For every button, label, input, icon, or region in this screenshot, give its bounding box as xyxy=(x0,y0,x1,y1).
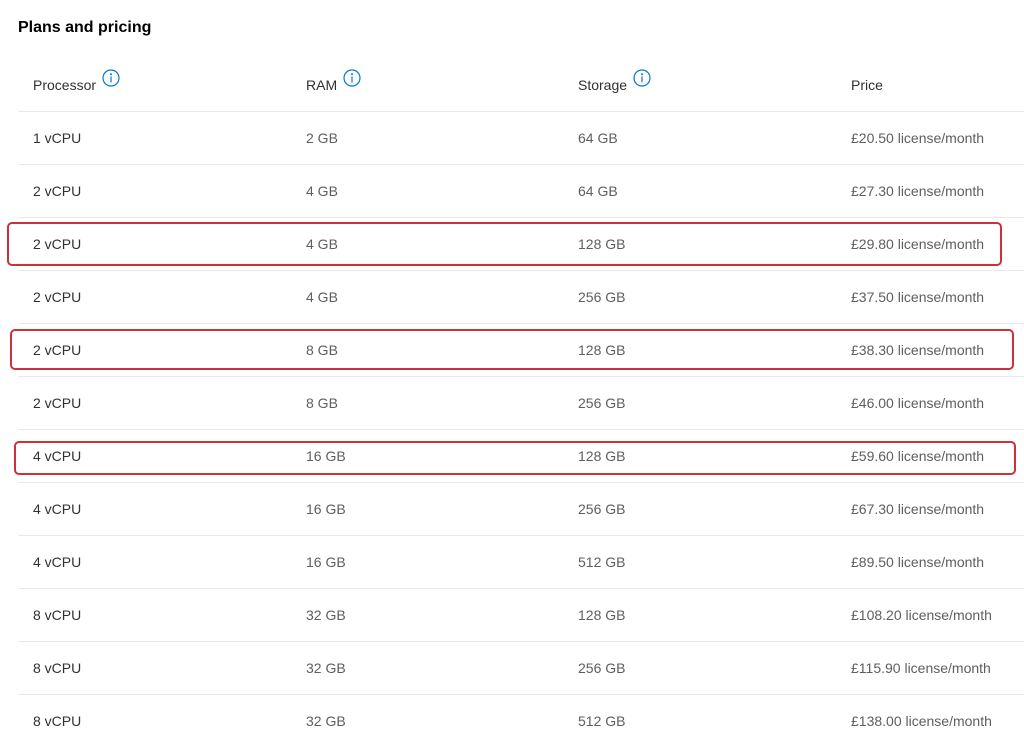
page-title: Plans and pricing xyxy=(18,19,152,36)
cell-ram: 4 GB xyxy=(306,183,338,199)
info-icon[interactable] xyxy=(633,68,651,87)
table-row[interactable]: 8 vCPU 32 GB 512 GB £138.00 license/mont… xyxy=(18,695,1024,741)
cell-processor: 2 vCPU xyxy=(33,289,82,305)
cell-storage: 128 GB xyxy=(578,607,626,623)
cell-storage: 128 GB xyxy=(578,236,626,252)
cell-price: £67.30 license/month xyxy=(851,501,985,517)
cell-storage: 256 GB xyxy=(578,395,626,411)
cell-processor: 8 vCPU xyxy=(33,607,82,623)
cell-ram: 2 GB xyxy=(306,130,338,146)
cell-storage: 512 GB xyxy=(578,713,626,729)
cell-price: £37.50 license/month xyxy=(851,289,985,305)
cell-storage: 256 GB xyxy=(578,289,626,305)
cell-price: £115.90 license/month xyxy=(851,660,991,676)
cell-price: £20.50 license/month xyxy=(851,130,985,146)
cell-ram: 32 GB xyxy=(306,713,346,729)
cell-storage: 64 GB xyxy=(578,130,618,146)
table-row[interactable]: 2 vCPU 8 GB 256 GB £46.00 license/month xyxy=(18,377,1024,430)
cell-storage: 256 GB xyxy=(578,660,626,676)
cell-processor: 8 vCPU xyxy=(33,713,82,729)
column-header-label: RAM xyxy=(306,76,338,93)
cell-storage: 128 GB xyxy=(578,448,626,464)
column-header-label: Price xyxy=(851,76,883,93)
info-icon[interactable] xyxy=(343,68,361,87)
cell-storage: 128 GB xyxy=(578,342,626,358)
cell-processor: 2 vCPU xyxy=(33,395,82,411)
column-header-price: Price xyxy=(851,58,883,111)
cell-storage: 256 GB xyxy=(578,501,626,517)
cell-ram: 8 GB xyxy=(306,395,338,411)
cell-processor: 1 vCPU xyxy=(33,130,82,146)
cell-price: £59.60 license/month xyxy=(851,448,985,464)
cell-ram: 4 GB xyxy=(306,289,338,305)
column-header-storage: Storage xyxy=(578,58,651,111)
table-row[interactable]: 4 vCPU 16 GB 512 GB £89.50 license/month xyxy=(18,536,1024,589)
cell-processor: 4 vCPU xyxy=(33,448,82,464)
column-header-processor: Processor xyxy=(33,58,120,111)
pricing-page: Plans and pricing Processor RAM Storage … xyxy=(0,0,1024,741)
cell-processor: 4 vCPU xyxy=(33,554,82,570)
cell-processor: 8 vCPU xyxy=(33,660,82,676)
cell-ram: 4 GB xyxy=(306,236,338,252)
cell-processor: 2 vCPU xyxy=(33,342,82,358)
table-row[interactable]: 2 vCPU 4 GB 64 GB £27.30 license/month xyxy=(18,165,1024,218)
cell-ram: 32 GB xyxy=(306,660,346,676)
cell-price: £38.30 license/month xyxy=(851,342,985,358)
cell-price: £29.80 license/month xyxy=(851,236,985,252)
cell-price: £138.00 license/month xyxy=(851,713,992,729)
cell-ram: 32 GB xyxy=(306,607,346,623)
column-header-label: Storage xyxy=(578,76,628,93)
table-header-row: Processor RAM Storage Price xyxy=(18,58,1024,112)
cell-storage: 512 GB xyxy=(578,554,626,570)
cell-ram: 16 GB xyxy=(306,501,346,517)
table-row[interactable]: 8 vCPU 32 GB 128 GB £108.20 license/mont… xyxy=(18,589,1024,642)
cell-ram: 16 GB xyxy=(306,448,346,464)
cell-ram: 8 GB xyxy=(306,342,338,358)
cell-price: £27.30 license/month xyxy=(851,183,985,199)
table-row[interactable]: 4 vCPU 16 GB 128 GB £59.60 license/month xyxy=(18,430,1024,483)
table-row[interactable]: 8 vCPU 32 GB 256 GB £115.90 license/mont… xyxy=(18,642,1024,695)
cell-price: £89.50 license/month xyxy=(851,554,985,570)
table-row[interactable]: 1 vCPU 2 GB 64 GB £20.50 license/month xyxy=(18,112,1024,165)
info-icon[interactable] xyxy=(102,68,120,87)
column-header-ram: RAM xyxy=(306,58,361,111)
column-header-label: Processor xyxy=(33,76,97,93)
cell-storage: 64 GB xyxy=(578,183,618,199)
cell-processor: 2 vCPU xyxy=(33,236,82,252)
cell-processor: 4 vCPU xyxy=(33,501,82,517)
cell-price: £46.00 license/month xyxy=(851,395,985,411)
cell-price: £108.20 license/month xyxy=(851,607,992,623)
table-row[interactable]: 2 vCPU 4 GB 256 GB £37.50 license/month xyxy=(18,271,1024,324)
cell-ram: 16 GB xyxy=(306,554,346,570)
cell-processor: 2 vCPU xyxy=(33,183,82,199)
table-row[interactable]: 2 vCPU 8 GB 128 GB £38.30 license/month xyxy=(18,324,1024,377)
pricing-table: Processor RAM Storage Price 1 vCPU 2 GB … xyxy=(18,58,1024,741)
table-row[interactable]: 4 vCPU 16 GB 256 GB £67.30 license/month xyxy=(18,483,1024,536)
table-row[interactable]: 2 vCPU 4 GB 128 GB £29.80 license/month xyxy=(18,218,1024,271)
